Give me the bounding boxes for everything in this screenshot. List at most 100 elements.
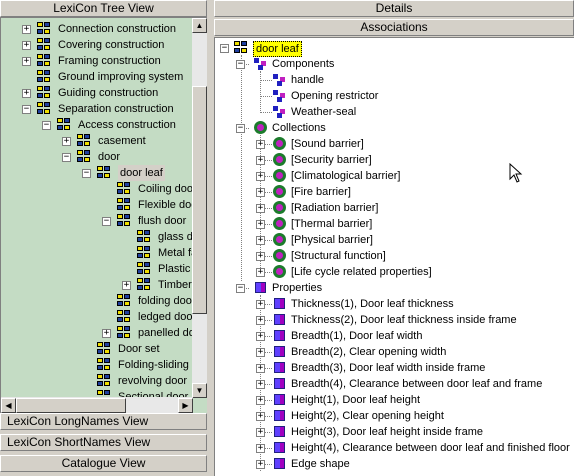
lexicon-shortnames-view-tab[interactable]: LexiCon ShortNames View	[0, 434, 207, 451]
expand-toggle-icon[interactable]: +	[256, 188, 265, 197]
tree-item[interactable]: + Covering construction	[1, 37, 193, 53]
scroll-up-button[interactable]: ▲	[192, 18, 207, 33]
lexicon-tree-panel: + Connection construction + Covering constr…	[0, 17, 207, 413]
tree-item-label: Coiling door	[138, 183, 193, 195]
construction-node-icon	[77, 134, 92, 148]
expand-toggle-icon[interactable]: +	[256, 348, 265, 357]
property-icon	[272, 345, 287, 359]
mouse-pointer-icon	[509, 163, 523, 183]
expand-toggle-icon[interactable]: +	[22, 25, 31, 34]
tree-item[interactable]: Folding-sliding door	[1, 357, 193, 373]
expand-toggle-icon[interactable]: −	[42, 121, 51, 130]
tree-item[interactable]: revolving door	[1, 373, 193, 389]
tree-item-label: Opening restrictor	[291, 90, 379, 102]
tree-item[interactable]: + Timber faced door	[1, 277, 193, 293]
expand-toggle-icon[interactable]: −	[220, 44, 229, 53]
expand-toggle-icon[interactable]: +	[256, 172, 265, 181]
expand-toggle-icon[interactable]: +	[22, 57, 31, 66]
expand-toggle-icon[interactable]: +	[256, 204, 265, 213]
construction-node-icon	[137, 262, 152, 276]
catalogue-view-tab[interactable]: Catalogue View	[0, 455, 207, 472]
scroll-thumb[interactable]	[192, 86, 207, 314]
lexicon-longnames-view-tab[interactable]: LexiCon LongNames View	[0, 413, 207, 430]
construction-node-icon	[117, 214, 132, 228]
tree-item[interactable]: Plastic faced door	[1, 261, 193, 277]
tree-item-label: Breadth(3), Door leaf width inside frame	[291, 362, 486, 374]
tree-item-label: [Climatological barrier]	[291, 170, 401, 182]
collection-icon	[272, 201, 287, 215]
tree-item[interactable]: + Framing construction	[1, 53, 193, 69]
expand-toggle-icon[interactable]: +	[256, 252, 265, 261]
expand-toggle-icon[interactable]: +	[122, 281, 131, 290]
expand-toggle-icon[interactable]: +	[256, 444, 265, 453]
tree-item[interactable]: + casement	[1, 133, 193, 149]
tree-item[interactable]: glass door	[1, 229, 193, 245]
expand-toggle-icon[interactable]: +	[256, 428, 265, 437]
panel-splitter[interactable]	[207, 0, 214, 476]
tree-item[interactable]: Metal faced door	[1, 245, 193, 261]
expand-toggle-icon[interactable]: +	[22, 41, 31, 50]
associations-header[interactable]: Associations	[214, 19, 574, 36]
construction-node-icon	[117, 182, 132, 196]
expand-toggle-icon[interactable]: +	[256, 364, 265, 373]
scroll-thumb-horizontal[interactable]	[16, 398, 126, 413]
tree-item-label: Weather-seal	[291, 106, 357, 118]
expand-toggle-icon[interactable]: +	[256, 236, 265, 245]
expand-toggle-icon[interactable]: −	[236, 284, 245, 293]
tree-item[interactable]: Door set	[1, 341, 193, 357]
tree-horizontal-scrollbar[interactable]: ◀ ▶	[1, 397, 193, 413]
expand-toggle-icon[interactable]: −	[62, 153, 71, 162]
expand-toggle-icon[interactable]: +	[256, 268, 265, 277]
expand-toggle-icon[interactable]: −	[236, 124, 245, 133]
tree-item[interactable]: Coiling door	[1, 181, 193, 197]
construction-node-icon	[97, 342, 112, 356]
expand-toggle-icon[interactable]: +	[256, 396, 265, 405]
tree-item-label: panelled door	[138, 327, 193, 339]
tree-item-label: ledged door	[138, 311, 193, 323]
scroll-down-button[interactable]: ▼	[192, 383, 207, 398]
expand-toggle-icon[interactable]: −	[82, 169, 91, 178]
tree-item[interactable]: folding door	[1, 293, 193, 309]
expand-toggle-icon[interactable]: −	[22, 105, 31, 114]
lexicon-tree-view-header[interactable]: LexiCon Tree View	[0, 0, 207, 17]
tree-item[interactable]: + Guiding construction	[1, 85, 193, 101]
tree-item[interactable]: Ground improving system	[1, 69, 193, 85]
tree-item[interactable]: − flush door	[1, 213, 193, 229]
expand-toggle-icon[interactable]: +	[256, 140, 265, 149]
expand-toggle-icon[interactable]: +	[22, 89, 31, 98]
tree-item-label: Thickness(1), Door leaf thickness	[291, 298, 454, 310]
expand-toggle-icon[interactable]: +	[256, 300, 265, 309]
expand-toggle-icon[interactable]: +	[256, 156, 265, 165]
expand-toggle-icon[interactable]: +	[102, 329, 111, 338]
tree-item[interactable]: + panelled door	[1, 325, 193, 341]
expand-toggle-icon[interactable]: −	[102, 217, 111, 226]
tree-item[interactable]: − door leaf	[1, 165, 193, 181]
tree-item[interactable]: − door	[1, 149, 193, 165]
tree-item-label: Connection construction	[58, 23, 177, 35]
tree-item-label: Collections	[272, 122, 326, 134]
tree-item[interactable]: − Access construction	[1, 117, 193, 133]
scroll-left-button[interactable]: ◀	[1, 398, 16, 413]
collection-icon	[272, 185, 287, 199]
expand-toggle-icon[interactable]: +	[256, 316, 265, 325]
expand-toggle-icon[interactable]: +	[256, 380, 265, 389]
expand-toggle-icon[interactable]: +	[256, 412, 265, 421]
expand-toggle-icon[interactable]: +	[256, 332, 265, 341]
details-header[interactable]: Details	[214, 0, 574, 17]
expand-toggle-icon[interactable]: +	[256, 460, 265, 469]
tree-item[interactable]: Flexible door	[1, 197, 193, 213]
expand-toggle-icon[interactable]: +	[62, 137, 71, 146]
tree-item-label: casement	[98, 135, 146, 147]
door-leaf-icon	[234, 41, 249, 55]
tree-vertical-scrollbar[interactable]: ▲ ▼	[192, 18, 207, 398]
construction-node-icon	[97, 166, 112, 180]
expand-toggle-icon[interactable]: +	[256, 220, 265, 229]
tree-item[interactable]: ledged door	[1, 309, 193, 325]
expand-toggle-icon[interactable]: −	[236, 60, 245, 69]
tree-item[interactable]: − Separation construction	[1, 101, 193, 117]
tree-item-label: [Thermal barrier]	[291, 218, 373, 230]
tree-item-label: Thickness(2), Door leaf thickness inside…	[291, 314, 517, 326]
tree-item[interactable]: + Connection construction	[1, 21, 193, 37]
scroll-right-button[interactable]: ▶	[178, 398, 193, 413]
tree-item-label: door leaf	[118, 165, 165, 181]
